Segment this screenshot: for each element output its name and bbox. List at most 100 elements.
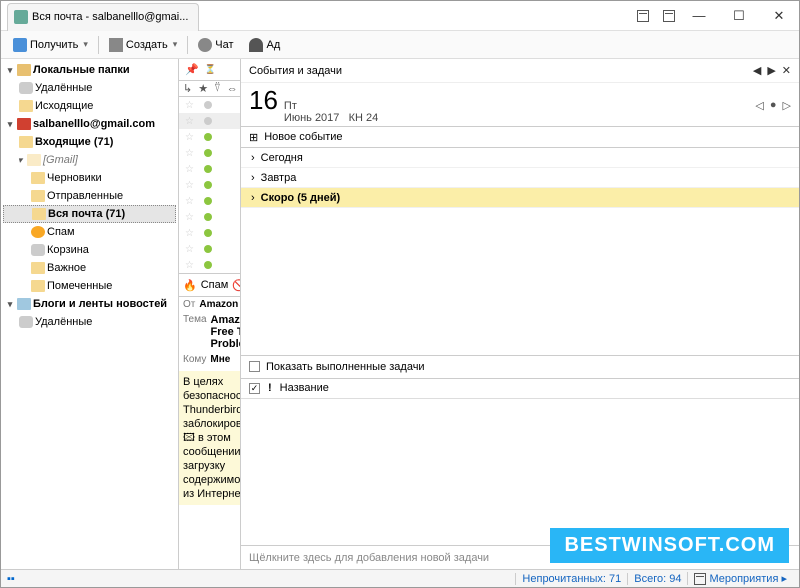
message-row[interactable]: ☆ <box>179 209 240 225</box>
group-today[interactable]: ›Сегодня <box>241 148 799 168</box>
watermark: BESTWINSOFT.COM <box>550 528 789 563</box>
thread-col-icon[interactable]: ↳ <box>183 82 192 95</box>
folder-gmail-group[interactable]: ▾[Gmail] <box>3 151 176 169</box>
message-row[interactable]: ☆ <box>179 241 240 257</box>
message-row[interactable]: ☆ <box>179 177 240 193</box>
folder-outgoing[interactable]: Исходящие <box>3 97 176 115</box>
message-row[interactable]: ☆ <box>179 97 240 113</box>
spam-icon <box>31 226 45 238</box>
main-toolbar: Получить ▾ Создать ▾ Чат Ад <box>1 31 799 59</box>
events-header: События и задачи ◀ ▶ ✕ <box>241 59 799 83</box>
folder-deleted[interactable]: Удалённые <box>3 79 176 97</box>
new-event-row[interactable]: ⊞ Новое событие <box>241 126 799 148</box>
chat-button[interactable]: Чат <box>192 36 239 54</box>
date-prev-icon[interactable]: ◁ <box>755 99 763 112</box>
to-field: КомуМне <box>179 352 240 367</box>
window-maximize[interactable]: ☐ <box>719 2 759 30</box>
subject-field: Тема Amazon PrFree TrialProblem <box>179 312 240 352</box>
window-minimize[interactable]: — <box>679 2 719 30</box>
group-tomorrow[interactable]: ›Завтра <box>241 168 799 188</box>
trash-icon <box>19 316 33 328</box>
folder-tree: ▾Локальные папки Удалённые Исходящие ▾sa… <box>1 59 179 569</box>
folder-drafts[interactable]: Черновики <box>3 169 176 187</box>
from-field: ОтAmazon Pr <box>179 297 240 312</box>
folder-icon <box>31 262 45 274</box>
chevron-right-icon: › <box>251 152 255 164</box>
show-done-checkbox[interactable] <box>249 361 260 372</box>
chevron-down-icon[interactable]: ▾ <box>173 39 178 50</box>
today-dot-icon[interactable]: ● <box>770 99 777 112</box>
folder-allmail[interactable]: Вся почта (71) <box>3 205 176 223</box>
add-event-icon: ⊞ <box>249 131 258 144</box>
message-row[interactable]: ☆ <box>179 225 240 241</box>
chevron-right-icon: › <box>251 192 255 204</box>
message-list[interactable]: ☆ ☆ ☆ ☆ ☆ ☆ ☆ ☆ ☆ ☆ ☆ <box>179 97 240 273</box>
blocked-icon: 🖾 <box>183 431 195 445</box>
msglist-header: ↳ ★ ⍢ ⇔ <box>179 81 240 97</box>
address-button[interactable]: Ад <box>243 36 286 54</box>
spam-button[interactable]: Спам <box>201 279 229 291</box>
trash-icon <box>31 244 45 256</box>
folder-starred[interactable]: Помеченные <box>3 277 176 295</box>
tab-title: Вся почта - salbanelllo@gmai... <box>32 11 188 23</box>
next-icon[interactable]: ▶ <box>767 64 775 77</box>
gmail-icon <box>17 118 31 130</box>
feeds-root[interactable]: ▾Блоги и ленты новостей <box>3 295 176 313</box>
chat-icon <box>198 38 212 52</box>
feeds-deleted[interactable]: Удалённые <box>3 313 176 331</box>
download-icon <box>13 38 27 52</box>
inbox-icon <box>19 136 33 148</box>
folder-icon <box>32 208 46 220</box>
calendar-icon[interactable] <box>637 10 649 22</box>
pencil-icon <box>109 38 123 52</box>
chevron-right-icon: › <box>251 172 255 184</box>
status-unread: Непрочитанных: 71 <box>515 573 627 585</box>
message-row[interactable]: ☆ <box>179 113 240 129</box>
folder-inbox[interactable]: Входящие (71) <box>3 133 176 151</box>
message-row[interactable]: ☆ <box>179 161 240 177</box>
spam-toolbar: 🔥 Спам 🚫 <box>179 273 240 297</box>
group-soon[interactable]: ›Скоро (5 дней) <box>241 188 799 208</box>
folder-spam[interactable]: Спам <box>3 223 176 241</box>
message-row[interactable]: ☆ <box>179 129 240 145</box>
pin-icon[interactable]: 📌 <box>185 63 199 76</box>
activity-icon[interactable]: ▪▪ <box>7 573 15 585</box>
events-empty-area <box>241 208 799 355</box>
chevron-down-icon[interactable]: ▾ <box>83 39 88 50</box>
rss-icon <box>17 298 31 310</box>
priority-col-icon[interactable]: ! <box>268 382 272 394</box>
window-close[interactable]: ✕ <box>759 2 799 30</box>
local-folders[interactable]: ▾Локальные папки <box>3 61 176 79</box>
day-number: 16 <box>249 85 278 116</box>
star-col-icon[interactable]: ★ <box>198 82 208 95</box>
status-total: Всего: 94 <box>627 573 687 585</box>
create-button[interactable]: Создать ▾ <box>103 36 183 54</box>
flame-icon: 🔥 <box>183 279 197 292</box>
close-pane-icon[interactable]: ✕ <box>782 64 791 77</box>
filter-icon[interactable]: ⏳ <box>205 64 216 75</box>
message-row[interactable]: ☆ <box>179 193 240 209</box>
block-icon[interactable]: 🚫 <box>232 279 241 292</box>
folder-trash[interactable]: Корзина <box>3 241 176 259</box>
events-title: События и задачи <box>249 65 342 77</box>
account-gmail[interactable]: ▾salbanelllo@gmail.com <box>3 115 176 133</box>
message-row[interactable]: ☆ <box>179 257 240 273</box>
title-col[interactable]: Название <box>280 382 329 394</box>
prev-icon[interactable]: ◀ <box>753 64 761 77</box>
message-row[interactable]: ☆ <box>179 145 240 161</box>
status-events[interactable]: Мероприятия ▸ <box>687 572 793 585</box>
sent-icon <box>31 190 45 202</box>
receive-button[interactable]: Получить ▾ <box>7 36 94 54</box>
attach-col-icon[interactable]: ⍢ <box>214 82 221 95</box>
app-icon <box>14 10 28 24</box>
window-tab[interactable]: Вся почта - salbanelllo@gmai... <box>7 3 199 31</box>
check-col[interactable]: ✓ <box>249 383 260 394</box>
event-groups: ›Сегодня ›Завтра ›Скоро (5 дней) <box>241 148 799 208</box>
msglist-toolbar: 📌 ⏳ <box>179 59 240 81</box>
expand-col-icon[interactable]: ⇔ <box>227 83 238 95</box>
folder-important[interactable]: Важное <box>3 259 176 277</box>
message-pane: 📌 ⏳ ↳ ★ ⍢ ⇔ ☆ ☆ ☆ ☆ ☆ ☆ ☆ ☆ ☆ ☆ ☆ 🔥 Спам… <box>179 59 241 569</box>
date-next-icon[interactable]: ▷ <box>783 99 791 112</box>
folder-sent[interactable]: Отправленные <box>3 187 176 205</box>
tasks-icon[interactable] <box>663 10 675 22</box>
